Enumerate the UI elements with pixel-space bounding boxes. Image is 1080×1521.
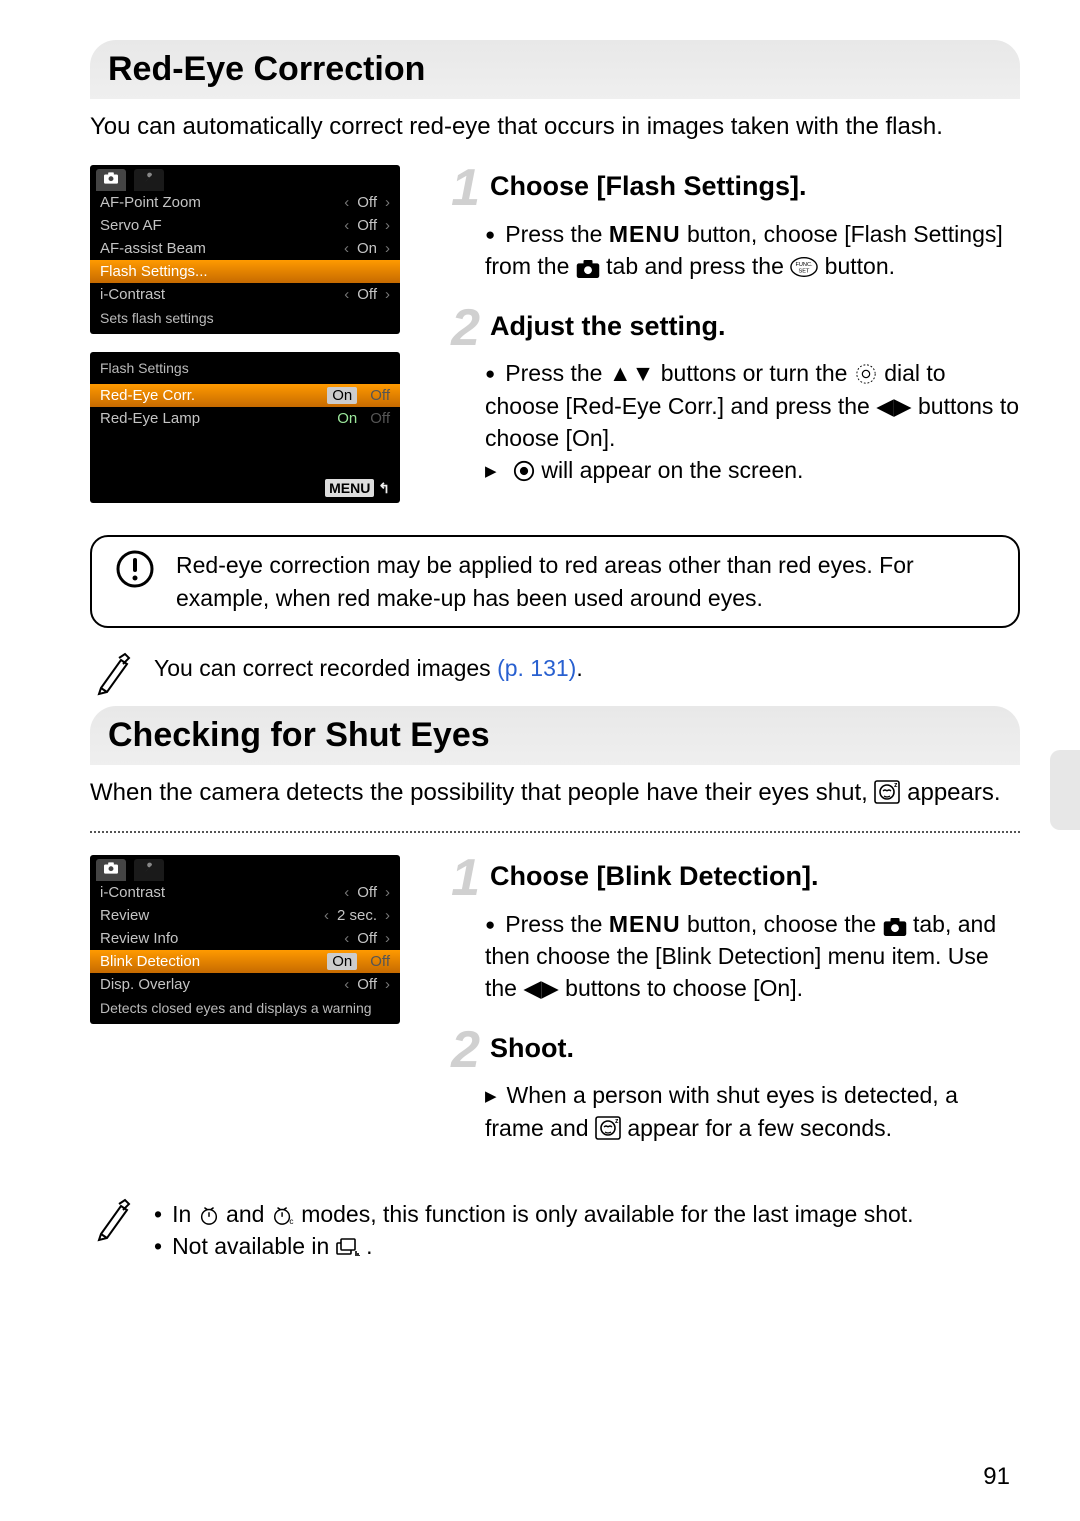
step-body-b1: Press the MENU button, choose the tab, a… bbox=[485, 908, 1020, 1005]
blink-detection-face-icon: z bbox=[874, 780, 900, 804]
self-timer-icon bbox=[198, 1204, 220, 1226]
up-down-buttons-icon: ▲▼ bbox=[609, 360, 655, 386]
step-body-b2: When a person with shut eyes is detected… bbox=[485, 1079, 1020, 1143]
continuous-shooting-icon bbox=[336, 1238, 360, 1258]
lcd-menu-row: Blink DetectionOnOff bbox=[90, 950, 400, 973]
svg-text:c: c bbox=[289, 1217, 293, 1226]
lcd-screenshot-shooting-menu: AF-Point Zoom‹ Off ›Servo AF‹ Off ›AF-as… bbox=[90, 165, 400, 334]
lcd-tab-camera-icon bbox=[96, 169, 126, 191]
lcd-menu-row: i-Contrast‹ Off › bbox=[90, 881, 400, 904]
lcd-menu-row: AF-assist Beam‹ On › bbox=[90, 237, 400, 260]
exclamation-icon bbox=[112, 549, 158, 589]
left-right-buttons-icon: ◀▶ bbox=[876, 393, 911, 419]
lcd-screenshot-blink-menu: i-Contrast‹ Off ›Review‹ 2 sec. ›Review … bbox=[90, 855, 400, 1024]
warning-note: Red-eye correction may be applied to red… bbox=[90, 535, 1020, 627]
svg-text:FUNC.: FUNC. bbox=[796, 262, 814, 268]
menu-button-icon: MENU bbox=[609, 221, 681, 247]
left-right-buttons-icon: ◀▶ bbox=[523, 975, 558, 1001]
intro-text-2: When the camera detects the possibility … bbox=[90, 777, 1020, 809]
step-body-2: Press the ▲▼ buttons or turn the dial to… bbox=[485, 357, 1020, 486]
step-number-b1: 1 bbox=[440, 855, 480, 902]
step-title-choose-blink: Choose [Blink Detection]. bbox=[490, 855, 819, 892]
divider bbox=[90, 831, 1020, 833]
lcd-screenshot-flash-settings: Flash Settings Red-Eye Corr.OnOffRed-Eye… bbox=[90, 352, 400, 503]
lcd-menu-row: Review‹ 2 sec. › bbox=[90, 904, 400, 927]
lcd-menu-row: Disp. Overlay‹ Off › bbox=[90, 973, 400, 996]
menu-button-icon: MENU bbox=[609, 911, 681, 937]
lcd-status-text: Sets flash settings bbox=[90, 306, 400, 334]
svg-text:z: z bbox=[894, 782, 898, 789]
section-heading-red-eye: Red-Eye Correction bbox=[90, 40, 1020, 99]
camera-tab-icon bbox=[883, 918, 907, 936]
lcd-menu-row: Servo AF‹ Off › bbox=[90, 214, 400, 237]
pencil-icon bbox=[90, 652, 136, 696]
lcd-menu-row: Review Info‹ Off › bbox=[90, 927, 400, 950]
red-eye-indicator-icon bbox=[513, 460, 535, 482]
page-link-131[interactable]: (p. 131) bbox=[497, 655, 576, 681]
camera-tab-icon bbox=[576, 260, 600, 278]
lcd-tab-wrench-icon bbox=[134, 859, 164, 881]
chapter-tab bbox=[1050, 750, 1080, 830]
svg-text:z: z bbox=[615, 1118, 619, 1125]
func-set-button-icon: FUNC.SET bbox=[790, 256, 818, 278]
step-title-shoot: Shoot. bbox=[490, 1027, 574, 1064]
section-heading-shut-eyes: Checking for Shut Eyes bbox=[90, 706, 1020, 765]
step-title-adjust: Adjust the setting. bbox=[490, 305, 726, 342]
tip-note-shut-eyes: In and c modes, this function is only av… bbox=[90, 1188, 1020, 1272]
svg-text:SET: SET bbox=[799, 269, 810, 275]
tip-note-correct-recorded: You can correct recorded images (p. 131)… bbox=[90, 642, 1020, 706]
warning-text: Red-eye correction may be applied to red… bbox=[176, 549, 998, 613]
blink-detection-face-icon: z bbox=[595, 1116, 621, 1140]
lcd-menu-row: AF-Point Zoom‹ Off › bbox=[90, 191, 400, 214]
intro-text: You can automatically correct red-eye th… bbox=[90, 111, 1020, 143]
step-number-2: 2 bbox=[440, 305, 480, 352]
lcd-tab-camera-icon bbox=[96, 859, 126, 881]
lcd-tab-wrench-icon bbox=[134, 169, 164, 191]
lcd-menu-row: Red-Eye LampOnOff bbox=[90, 407, 400, 430]
custom-timer-icon: c bbox=[271, 1204, 295, 1226]
lcd-menu-back-label: MENU ↰ bbox=[90, 480, 400, 503]
page-number: 91 bbox=[983, 1463, 1010, 1491]
step-number-b2: 2 bbox=[440, 1027, 480, 1074]
lcd-menu-row: i-Contrast‹ Off › bbox=[90, 283, 400, 306]
step-number-1: 1 bbox=[440, 165, 480, 212]
control-dial-icon bbox=[854, 363, 878, 385]
lcd-menu-row: Red-Eye Corr.OnOff bbox=[90, 384, 400, 407]
lcd-menu-row: Flash Settings... bbox=[90, 260, 400, 283]
lcd-title: Flash Settings bbox=[90, 352, 400, 384]
step-body-1: Press the MENU button, choose [Flash Set… bbox=[485, 218, 1020, 282]
pencil-icon bbox=[90, 1198, 136, 1242]
lcd-status-text-2: Detects closed eyes and displays a warni… bbox=[90, 996, 400, 1024]
step-title-choose-flash: Choose [Flash Settings]. bbox=[490, 165, 807, 202]
